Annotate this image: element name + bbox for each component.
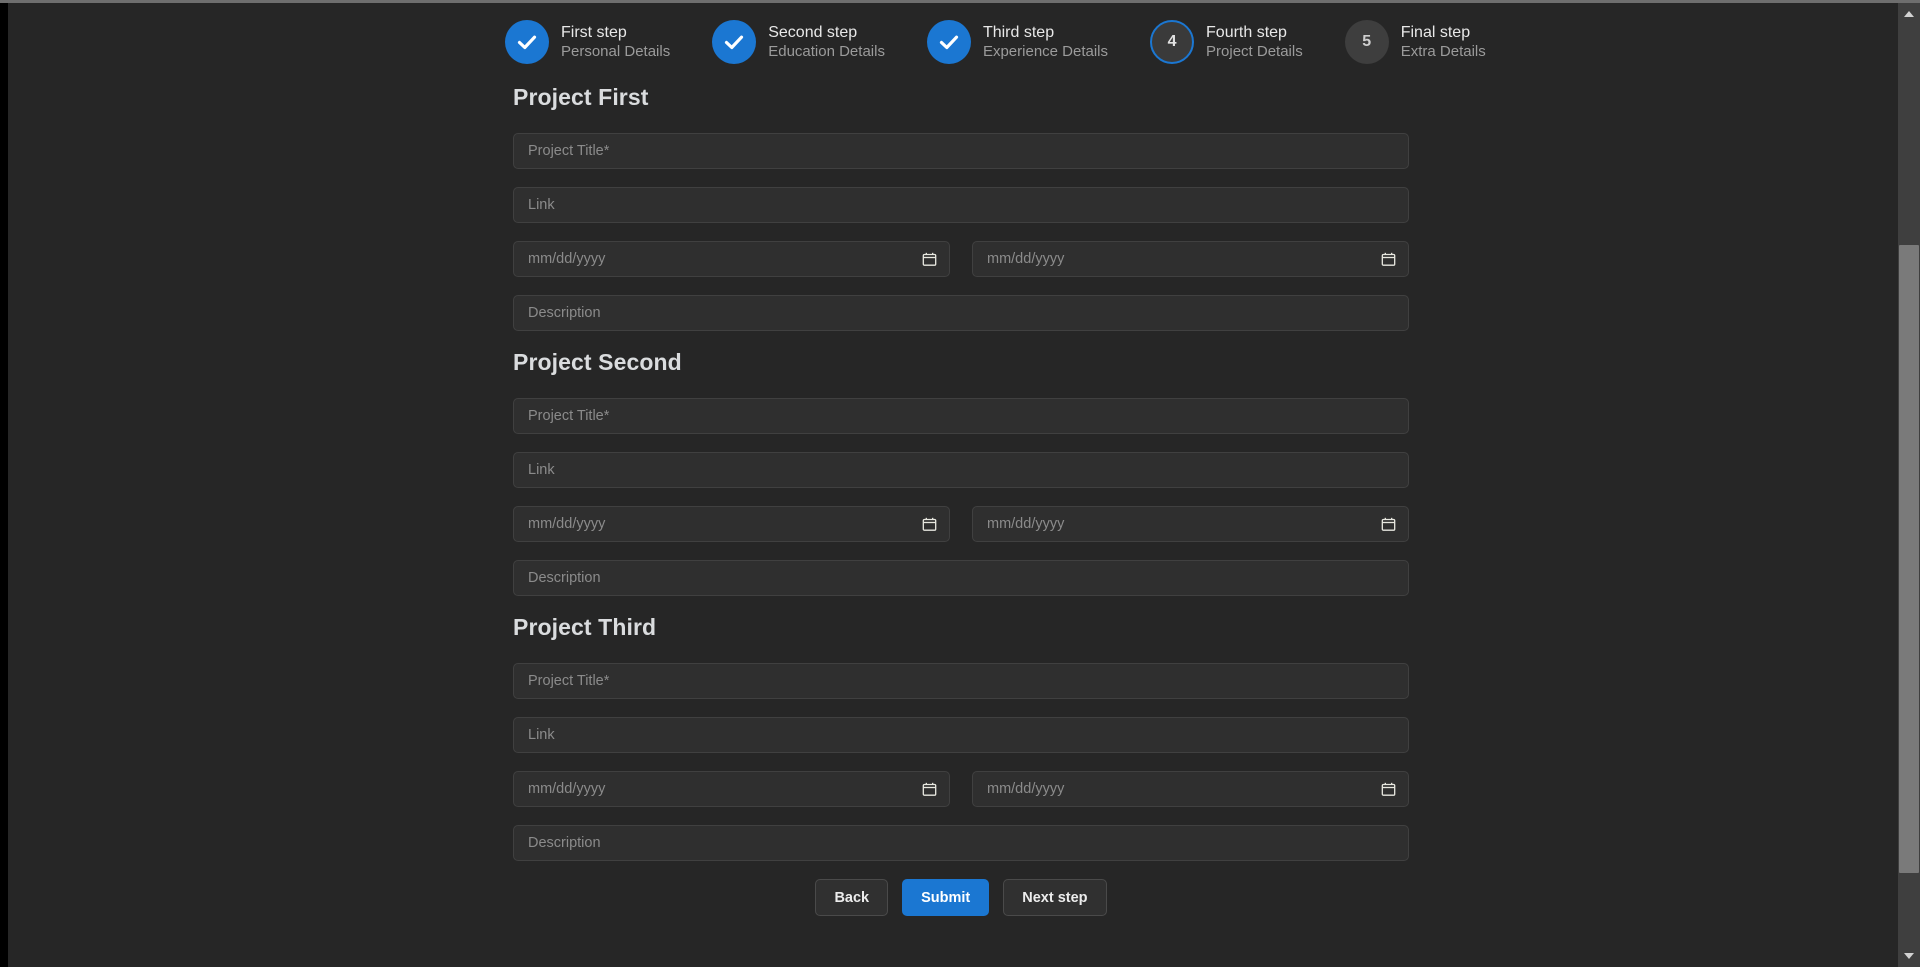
project-description-row: [513, 560, 1409, 596]
step-title: First step: [561, 23, 627, 41]
project-title-input[interactable]: [513, 663, 1409, 699]
project-link-input[interactable]: [513, 717, 1409, 753]
scroll-down-arrow-icon[interactable]: [1898, 945, 1920, 967]
step-label-group: Final step Extra Details: [1401, 23, 1486, 62]
check-icon: [505, 20, 549, 64]
start-date-input[interactable]: [513, 506, 950, 542]
section-heading: Project First: [513, 84, 649, 110]
project-date-row: [513, 506, 1409, 542]
submit-button[interactable]: Submit: [902, 879, 990, 916]
step-title: Final step: [1400, 23, 1471, 41]
start-date-input-wrapper: [513, 771, 950, 807]
project-description-row: [513, 295, 1409, 331]
step-title: Second step: [768, 23, 858, 41]
scrollbar-track[interactable]: [1898, 25, 1920, 945]
scroll-up-arrow-icon[interactable]: [1898, 3, 1920, 25]
check-icon: [926, 20, 971, 64]
vertical-scrollbar[interactable]: [1898, 3, 1920, 967]
scrollbar-thumb[interactable]: [1899, 245, 1919, 873]
end-date-input-wrapper: [972, 506, 1409, 542]
project-title-input[interactable]: [513, 133, 1409, 169]
step-subtitle: Extra Details: [1400, 42, 1486, 60]
step-item-1[interactable]: First step Personal Details: [505, 20, 670, 64]
end-date-input[interactable]: [972, 771, 1409, 807]
project-title-row: [513, 398, 1409, 434]
start-date-input-wrapper: [513, 241, 950, 277]
step-number: 5: [1362, 33, 1372, 50]
project-link-row: [513, 717, 1409, 753]
section-heading: Project Second: [513, 349, 682, 375]
project-section: Project Second: [513, 349, 1409, 596]
step-label-group: First step Personal Details: [561, 23, 670, 62]
project-description-row: [513, 825, 1409, 861]
end-date-input-wrapper: [972, 771, 1409, 807]
project-title-input[interactable]: [513, 398, 1409, 434]
project-link-row: [513, 452, 1409, 488]
step-subtitle: Project Details: [1206, 42, 1303, 60]
step-label-group: Third step Experience Details: [983, 23, 1108, 62]
project-date-row: [513, 241, 1409, 277]
step-label-group: Fourth step Project Details: [1206, 23, 1303, 62]
step-subtitle: Personal Details: [561, 42, 671, 60]
step-subtitle: Experience Details: [982, 42, 1109, 60]
step-label-group: Second step Education Details: [768, 23, 885, 62]
back-button[interactable]: Back: [815, 879, 889, 916]
section-heading: Project Third: [513, 614, 657, 640]
check-icon: [712, 20, 757, 64]
browser-viewport: First step Personal Details Second step Edu…: [0, 0, 1920, 967]
project-link-input[interactable]: [513, 452, 1409, 488]
step-item-3[interactable]: Third step Experience Details: [926, 20, 1108, 64]
project-date-row: [513, 771, 1409, 807]
project-section: Project Third: [513, 614, 1409, 861]
step-item-4[interactable]: 4 Fourth step Project Details: [1150, 20, 1303, 64]
step-title: Third step: [982, 23, 1055, 41]
form-actions: Back Submit Next step: [513, 879, 1409, 946]
project-description-input[interactable]: [513, 560, 1409, 596]
step-number-badge: 5: [1344, 20, 1389, 64]
step-subtitle: Education Details: [768, 42, 885, 60]
project-link-input[interactable]: [513, 187, 1409, 223]
page-body: First step Personal Details Second step Edu…: [8, 3, 1898, 967]
end-date-input-wrapper: [972, 241, 1409, 277]
next-step-button[interactable]: Next step: [1003, 879, 1107, 916]
step-title: Fourth step: [1206, 23, 1287, 41]
end-date-input[interactable]: [972, 506, 1409, 542]
step-number-badge: 4: [1150, 20, 1195, 64]
step-item-2[interactable]: Second step Education Details: [712, 20, 885, 64]
project-title-row: [513, 663, 1409, 699]
project-details-form: Project First Project Second Project Third…: [513, 75, 1409, 946]
start-date-input[interactable]: [513, 241, 950, 277]
project-section: Project First: [513, 84, 1409, 331]
step-number: 4: [1167, 33, 1177, 50]
project-description-input[interactable]: [513, 295, 1409, 331]
project-title-row: [513, 133, 1409, 169]
start-date-input[interactable]: [513, 771, 950, 807]
start-date-input-wrapper: [513, 506, 950, 542]
end-date-input[interactable]: [972, 241, 1409, 277]
project-description-input[interactable]: [513, 825, 1409, 861]
project-link-row: [513, 187, 1409, 223]
step-item-5[interactable]: 5 Final step Extra Details: [1344, 20, 1486, 64]
step-progress-bar: First step Personal Details Second step Edu…: [505, 20, 1486, 64]
